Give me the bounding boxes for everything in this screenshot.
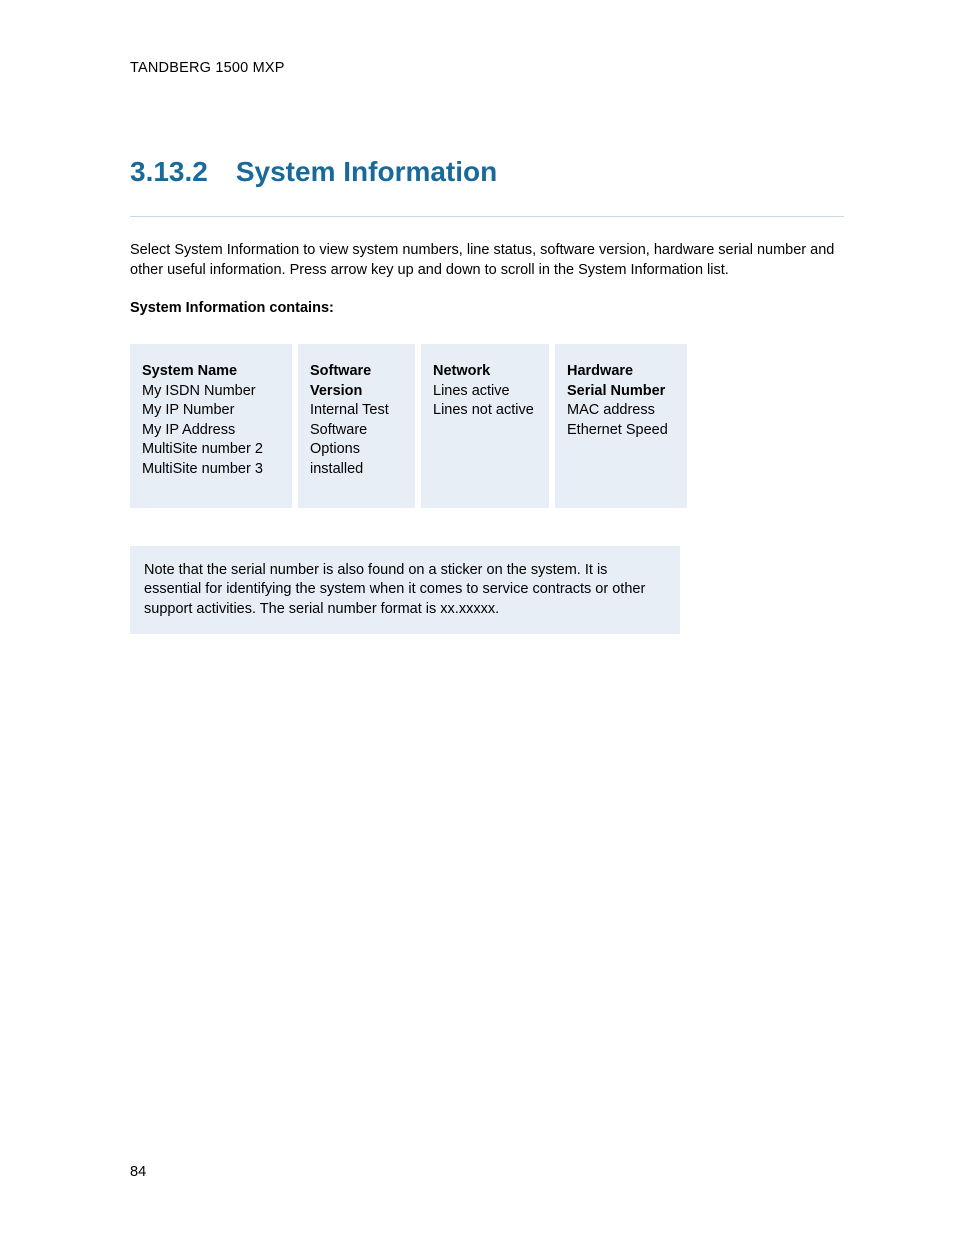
box-item: My IP Number	[142, 401, 280, 421]
box-item: Ethernet Speed	[567, 421, 675, 441]
section-title: 3.13.2 System Information	[130, 156, 844, 188]
document-header: TANDBERG 1500 MXP	[130, 60, 844, 76]
box-heading: Hardware Serial Number	[567, 362, 675, 401]
info-box-software-version: Software Version Internal Test Software …	[298, 344, 415, 507]
section-title-text: System Information	[236, 156, 497, 187]
box-item: MAC address	[567, 401, 675, 421]
box-item: Options installed	[310, 440, 403, 479]
box-heading: Software Version	[310, 362, 403, 401]
intro-paragraph: Select System Information to view system…	[130, 241, 844, 280]
section-number: 3.13.2	[130, 156, 208, 188]
box-item: MultiSite number 2	[142, 440, 280, 460]
box-item: Lines active	[433, 382, 537, 402]
box-heading: Network	[433, 362, 537, 382]
box-item: Lines not active	[433, 401, 537, 421]
box-item: My IP Address	[142, 421, 280, 441]
info-box-system-name: System Name My ISDN Number My IP Number …	[130, 344, 292, 507]
box-item: My ISDN Number	[142, 382, 280, 402]
box-heading: System Name	[142, 362, 280, 382]
contains-heading: System Information contains:	[130, 300, 844, 316]
horizontal-rule	[130, 216, 844, 217]
box-item: Internal Test Software	[310, 401, 403, 440]
info-box-network: Network Lines active Lines not active	[421, 344, 549, 507]
page-number: 84	[130, 1164, 146, 1180]
box-item: MultiSite number 3	[142, 460, 280, 480]
info-box-hardware-serial: Hardware Serial Number MAC address Ether…	[555, 344, 687, 507]
note-box: Note that the serial number is also foun…	[130, 546, 680, 635]
info-columns-grid: System Name My ISDN Number My IP Number …	[130, 344, 844, 507]
